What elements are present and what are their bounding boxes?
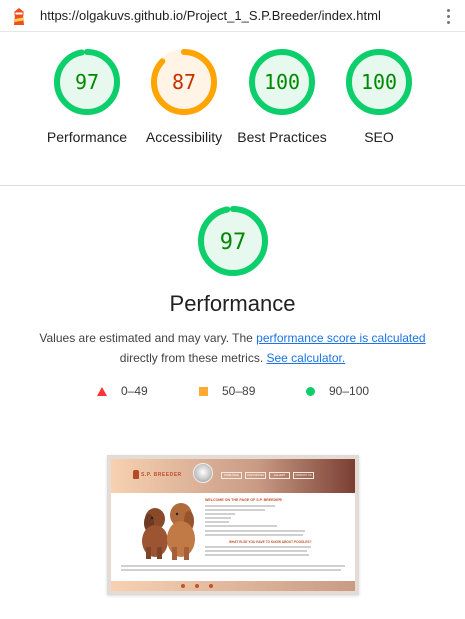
score-legend: 0–49 50–89 90–100 (0, 384, 465, 402)
screenshot-welcome: WELCOME ON THE PAGE OF S.P. BREEDER! (205, 498, 283, 502)
gauge-accessibility[interactable]: 87 Accessibility (134, 48, 234, 147)
screenshot-brand: S.P. BREEDER (141, 472, 182, 478)
final-screenshot[interactable]: S.P. BREEDER HOME PAGE OUR PUPPIES GALLE… (107, 455, 359, 595)
score-ring: 97 (198, 206, 268, 276)
screenshot-text-line (121, 569, 341, 571)
screenshot-footer-dot (209, 584, 213, 588)
screenshot-nav-contact: CONTACT US (293, 472, 314, 479)
gauge-label: SEO (364, 129, 394, 145)
gauge-performance[interactable]: 97 Performance (37, 48, 137, 147)
screenshot-text-line (121, 565, 345, 567)
screenshot-footer-dot (181, 584, 185, 588)
screenshot-text-line (205, 509, 265, 511)
kebab-menu-icon[interactable] (437, 3, 459, 29)
gauge-best-practices[interactable]: 100 Best Practices (232, 48, 332, 147)
screenshot-text-line (205, 530, 305, 532)
section-divider (0, 185, 465, 186)
report-url[interactable]: https://olgakuvs.github.io/Project_1_S.P… (40, 8, 381, 23)
legend-pass: 90–100 (306, 384, 369, 398)
screenshot-text-line (205, 517, 231, 519)
performance-title: Performance (169, 291, 296, 316)
screenshot-subheading: WHAT ELSE YOU HAVE TO KNOW ABOUT POODLES… (229, 540, 312, 544)
score-gauges: 97 Performance 87 Accessibility 100 Best Pr… (0, 48, 465, 178)
score-ring: 100 (249, 49, 315, 115)
fail-triangle-icon (97, 386, 107, 396)
screenshot-nav-puppies: OUR PUPPIES (245, 472, 266, 479)
performance-score-gauge: 97 (197, 205, 269, 279)
screenshot-text-line (205, 546, 311, 548)
calculator-link[interactable]: See calculator. (266, 351, 345, 365)
screenshot-page: S.P. BREEDER HOME PAGE OUR PUPPIES GALLE… (111, 459, 355, 591)
score-value: 97 (220, 230, 247, 255)
screenshot-text-line (205, 554, 309, 556)
pass-circle-icon (306, 386, 315, 396)
legend-pass-range: 90–100 (329, 384, 370, 398)
average-square-icon (199, 386, 208, 396)
url-bar: https://olgakuvs.github.io/Project_1_S.P… (0, 0, 465, 32)
score-value: 100 (361, 70, 397, 94)
screenshot-footer-dot (195, 584, 199, 588)
lighthouse-icon (14, 8, 24, 25)
legend-average: 50–89 (199, 384, 255, 398)
performance-score-link[interactable]: performance score is calculated (256, 331, 425, 345)
score-value: 97 (75, 70, 99, 94)
screenshot-text-line (205, 513, 235, 515)
gauge-seo[interactable]: 100 SEO (329, 48, 429, 147)
legend-average-range: 50–89 (222, 384, 256, 398)
screenshot-text-line (205, 534, 303, 536)
screenshot-avatar (193, 463, 213, 483)
poodles-photo (142, 503, 195, 560)
gauge-label: Best Practices (237, 129, 327, 145)
screenshot-nav-gallery: GALLERY (269, 472, 290, 479)
screenshot-header: S.P. BREEDER HOME PAGE OUR PUPPIES GALLE… (111, 459, 355, 493)
screenshot-text-line (205, 521, 229, 523)
score-ring: 100 (346, 49, 412, 115)
gauge-label: Performance (46, 129, 128, 145)
desc-prefix: Values are estimated and may vary. The (39, 331, 257, 345)
gauge-label: Accessibility (145, 129, 223, 145)
legend-fail-range: 0–49 (121, 384, 148, 398)
desc-middle: directly from these metrics. (119, 351, 267, 365)
performance-description: Values are estimated and may vary. The p… (30, 328, 435, 368)
poodle-logo-icon (133, 470, 139, 479)
score-ring: 87 (151, 49, 217, 115)
screenshot-text-line (205, 550, 307, 552)
screenshot-text-line (205, 505, 275, 507)
screenshot-nav-home: HOME PAGE (221, 472, 242, 479)
score-value: 100 (264, 70, 300, 94)
score-value: 87 (172, 70, 196, 94)
screenshot-text-line (205, 525, 277, 527)
score-ring: 97 (54, 49, 120, 115)
screenshot-footer (111, 581, 355, 591)
legend-fail: 0–49 (97, 384, 148, 398)
